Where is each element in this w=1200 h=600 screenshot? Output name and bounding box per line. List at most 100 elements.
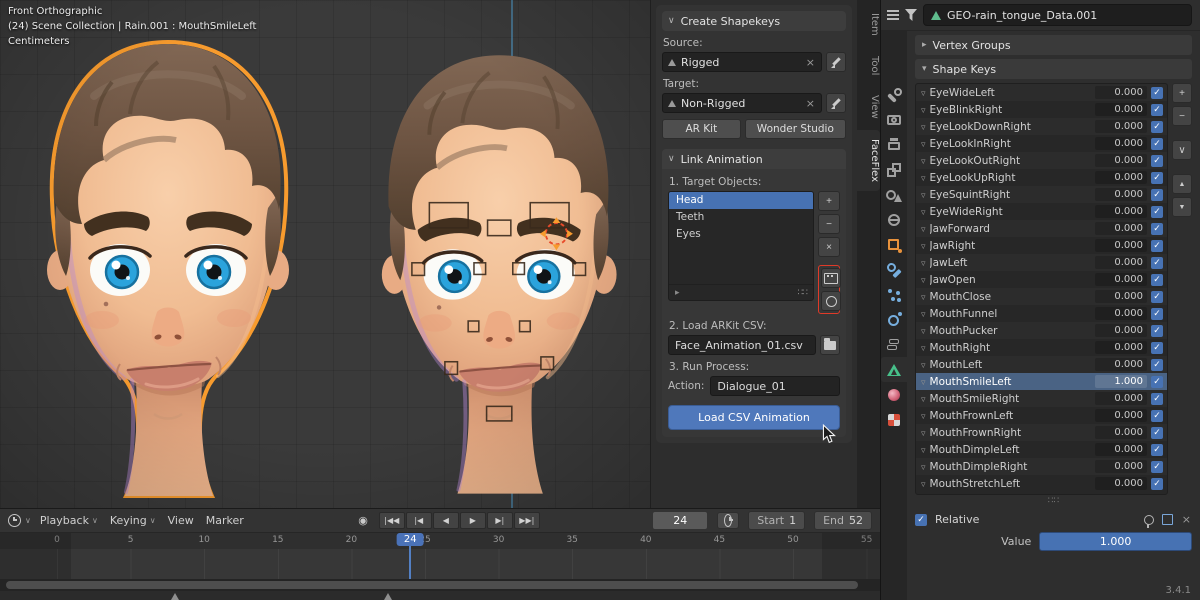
add-object-button[interactable]: + xyxy=(818,191,840,211)
link-animation-header[interactable]: ∨ Link Animation xyxy=(662,149,846,169)
transport-button[interactable]: ▶ xyxy=(460,512,486,529)
properties-tab[interactable] xyxy=(881,182,907,207)
shape-key-row[interactable]: JawForward 0.000 xyxy=(916,220,1167,237)
scrollbar-handle[interactable] xyxy=(6,581,858,589)
clear-source-icon[interactable]: × xyxy=(805,56,816,69)
datablock-name-field[interactable]: GEO-rain_tongue_Data.001 xyxy=(923,4,1192,26)
properties-tab[interactable] xyxy=(881,132,907,157)
browse-file-button[interactable] xyxy=(820,335,840,355)
shape-key-value[interactable]: 0.000 xyxy=(1095,443,1147,456)
shape-key-value[interactable]: 0.000 xyxy=(1095,392,1147,405)
shape-key-row[interactable]: MouthFrownRight 0.000 xyxy=(916,424,1167,441)
shape-key-checkbox[interactable] xyxy=(1151,155,1163,167)
shape-key-row[interactable]: EyeSquintRight 0.000 xyxy=(916,186,1167,203)
shape-key-checkbox[interactable] xyxy=(1151,325,1163,337)
shape-key-checkbox[interactable] xyxy=(1151,121,1163,133)
shape-key-checkbox[interactable] xyxy=(1151,478,1163,490)
action-dropdown[interactable]: Dialogue_01 xyxy=(710,376,840,396)
menu-item[interactable]: Playback ∨ xyxy=(40,514,98,527)
shape-key-checkbox[interactable] xyxy=(1151,87,1163,99)
target-object-row[interactable]: Head xyxy=(669,192,813,209)
source-eyedropper-button[interactable] xyxy=(826,52,846,72)
shape-key-checkbox[interactable] xyxy=(1151,308,1163,320)
properties-tab[interactable] xyxy=(881,357,907,382)
shape-key-checkbox[interactable] xyxy=(1151,461,1163,473)
timeline-ruler[interactable]: 0510152025303540455055 xyxy=(0,533,880,550)
shape-key-value[interactable]: 1.000 xyxy=(1095,375,1147,388)
preview-range-button[interactable] xyxy=(717,512,739,529)
shape-key-row[interactable]: JawRight 0.000 xyxy=(916,237,1167,254)
properties-tab[interactable] xyxy=(881,157,907,182)
shape-key-row[interactable]: MouthClose 0.000 xyxy=(916,288,1167,305)
shape-key-row[interactable]: EyeWideRight 0.000 xyxy=(916,203,1167,220)
shape-key-value[interactable]: 0.000 xyxy=(1095,137,1147,150)
shape-key-checkbox[interactable] xyxy=(1151,223,1163,235)
ar-kit-button[interactable]: AR Kit xyxy=(662,119,741,139)
vertex-groups-section-header[interactable]: ▸ Vertex Groups xyxy=(915,35,1192,55)
pin-icon[interactable] xyxy=(1144,515,1154,525)
shape-key-row[interactable]: EyeLookDownRight 0.000 xyxy=(916,118,1167,135)
shape-key-row[interactable]: MouthRight 0.000 xyxy=(916,339,1167,356)
menu-item[interactable]: View ∨ xyxy=(168,514,194,527)
shape-key-value[interactable]: 0.000 xyxy=(1095,341,1147,354)
create-shapekeys-header[interactable]: ∨ Create Shapekeys xyxy=(662,11,846,31)
properties-tab[interactable] xyxy=(881,332,907,357)
shape-key-value[interactable]: 0.000 xyxy=(1095,86,1147,99)
shape-key-row[interactable]: EyeBlinkRight 0.000 xyxy=(916,101,1167,118)
shape-key-checkbox[interactable] xyxy=(1151,410,1163,422)
shape-key-value[interactable]: 0.000 xyxy=(1095,205,1147,218)
shape-key-value[interactable]: 0.000 xyxy=(1095,222,1147,235)
sidebar-tab[interactable]: FaceFlex xyxy=(857,130,880,191)
shape-key-checkbox[interactable] xyxy=(1151,274,1163,286)
shape-key-value[interactable]: 0.000 xyxy=(1095,120,1147,133)
expand-icon[interactable]: ▸ xyxy=(675,288,680,298)
shape-key-checkbox[interactable] xyxy=(1151,104,1163,116)
properties-tab[interactable] xyxy=(881,282,907,307)
menu-item[interactable]: Marker ∨ xyxy=(206,514,244,527)
shape-key-row[interactable]: MouthFrownLeft 0.000 xyxy=(916,407,1167,424)
transport-button[interactable]: ▶▶| xyxy=(514,512,540,529)
shape-key-value[interactable]: 0.000 xyxy=(1095,409,1147,422)
head-right[interactable] xyxy=(382,55,617,493)
shape-key-row[interactable]: EyeLookUpRight 0.000 xyxy=(916,169,1167,186)
target-object-row[interactable]: Teeth xyxy=(669,209,813,226)
shape-key-value[interactable]: 0.000 xyxy=(1095,324,1147,337)
transport-button[interactable]: |◀◀ xyxy=(379,512,405,529)
wonder-studio-button[interactable]: Wonder Studio xyxy=(745,119,846,139)
source-dropdown[interactable]: Rigged × xyxy=(662,52,822,72)
timeline-marker[interactable] xyxy=(384,593,392,600)
sidebar-tab[interactable]: Tool xyxy=(857,47,880,84)
shape-key-value[interactable]: 0.000 xyxy=(1095,273,1147,286)
shape-key-value[interactable]: 0.000 xyxy=(1095,239,1147,252)
properties-tab[interactable] xyxy=(881,407,907,432)
shape-key-row[interactable]: MouthLeft 0.000 xyxy=(916,356,1167,373)
clear-objects-button[interactable]: × xyxy=(818,237,840,257)
properties-tab[interactable] xyxy=(881,82,907,107)
shape-key-row[interactable]: EyeLookInRight 0.000 xyxy=(916,135,1167,152)
shape-key-checkbox[interactable] xyxy=(1151,257,1163,269)
grip-handle[interactable]: ∷∷ xyxy=(915,495,1192,507)
properties-tab[interactable] xyxy=(881,382,907,407)
properties-tab[interactable] xyxy=(881,107,907,132)
viewport-3d[interactable]: Front Orthographic (24) Scene Collection… xyxy=(0,0,650,508)
timeline-scrollbar[interactable] xyxy=(0,579,880,591)
shape-key-checkbox[interactable] xyxy=(1151,240,1163,252)
shape-key-row[interactable]: JawOpen 0.000 xyxy=(916,271,1167,288)
shapekey-specials-button[interactable]: ∨ xyxy=(1172,140,1192,160)
shape-key-value[interactable]: 0.000 xyxy=(1095,426,1147,439)
overrides-icon[interactable] xyxy=(1162,514,1173,525)
shape-key-checkbox[interactable] xyxy=(1151,376,1163,388)
move-up-button[interactable]: ▲ xyxy=(1172,174,1192,194)
shape-key-checkbox[interactable] xyxy=(1151,206,1163,218)
properties-tab[interactable] xyxy=(881,207,907,232)
timeline-track[interactable] xyxy=(0,549,880,579)
filter-funnel-icon[interactable] xyxy=(905,9,917,21)
circle-button[interactable] xyxy=(821,291,841,311)
sidebar-tab[interactable]: View xyxy=(857,86,880,128)
properties-tab[interactable] xyxy=(881,232,907,257)
shape-key-row[interactable]: MouthSmileRight 0.000 xyxy=(916,390,1167,407)
shape-key-value[interactable]: 0.000 xyxy=(1095,171,1147,184)
shape-key-row[interactable]: MouthSmileLeft 1.000 xyxy=(916,373,1167,390)
target-eyedropper-button[interactable] xyxy=(826,93,846,113)
film-button[interactable] xyxy=(821,268,841,288)
